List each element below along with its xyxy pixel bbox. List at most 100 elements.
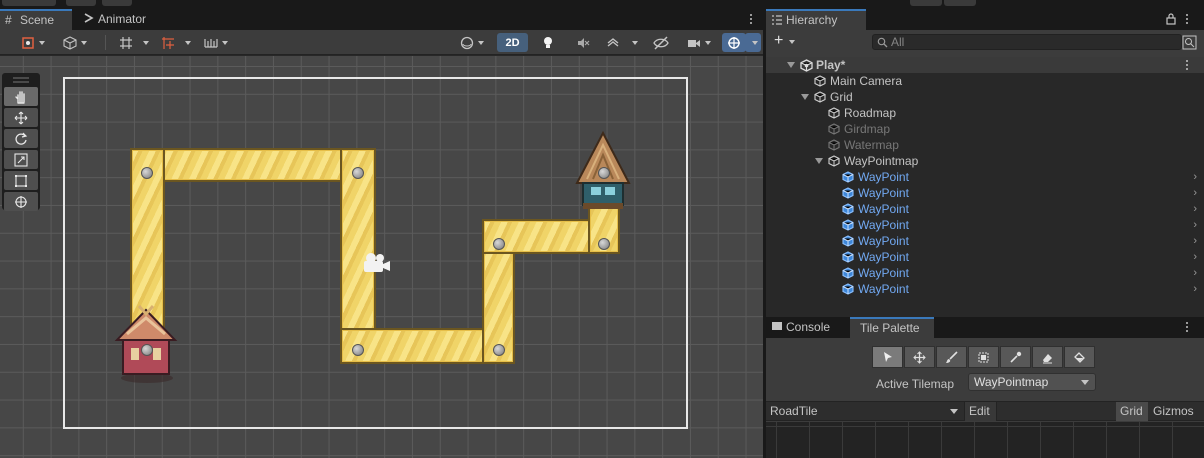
paint-brush-button[interactable] — [936, 346, 967, 368]
hierarchy-row[interactable]: Roadmap — [766, 105, 1204, 121]
waypoint-marker[interactable] — [493, 238, 505, 250]
draw-mode-button[interactable] — [15, 33, 51, 52]
select-tool-button[interactable] — [872, 346, 903, 368]
audio-button[interactable] — [568, 33, 597, 52]
search-options-icon[interactable] — [1182, 35, 1197, 50]
chevron-right-icon[interactable]: › — [1193, 265, 1197, 281]
list-icon — [771, 14, 783, 26]
camera-button[interactable] — [681, 33, 717, 52]
tab-console[interactable]: Console — [766, 317, 848, 338]
increment-snap-button[interactable] — [158, 33, 178, 52]
scene-visibility-button[interactable] — [646, 33, 675, 52]
chevron-right-icon[interactable]: › — [1193, 217, 1197, 233]
chevron-right-icon[interactable]: › — [1193, 201, 1197, 217]
waypoint-marker[interactable] — [598, 167, 610, 179]
fold-arrow-icon[interactable] — [787, 62, 795, 68]
palette-dropdown[interactable]: RoadTile — [766, 402, 964, 421]
effects-dropdown[interactable] — [625, 33, 641, 52]
hand-tool-button[interactable] — [4, 87, 38, 106]
increment-snap-dropdown[interactable] — [178, 33, 194, 52]
gizmos-toggle[interactable]: Gizmos — [1149, 402, 1204, 421]
hierarchy-search-input[interactable]: All — [872, 34, 1182, 50]
ruler-button[interactable] — [198, 33, 234, 52]
fill-bucket-button[interactable] — [1064, 346, 1095, 368]
gizmos-dropdown[interactable] — [745, 33, 761, 52]
transform-tool-button[interactable] — [4, 192, 38, 211]
root-menu-icon[interactable] — [1185, 58, 1189, 72]
box-fill-button[interactable] — [968, 346, 999, 368]
hierarchy-row[interactable]: WayPoint › — [766, 185, 1204, 201]
fold-arrow-icon[interactable] — [801, 94, 809, 100]
grid-snap-dropdown[interactable] — [136, 33, 152, 52]
gizmos-button[interactable] — [722, 33, 746, 52]
grip-icon[interactable] — [4, 75, 38, 85]
scene-viewport[interactable] — [0, 56, 763, 458]
view-options-button[interactable] — [453, 33, 491, 52]
camera-gizmo-icon[interactable] — [361, 252, 391, 274]
move-tool-button[interactable] — [4, 108, 38, 127]
waypoint-marker[interactable] — [141, 344, 153, 356]
waypoint-marker[interactable] — [352, 344, 364, 356]
gameobject-icon — [828, 155, 840, 167]
hierarchy-row[interactable]: WayPoint › — [766, 169, 1204, 185]
tab-tile-palette[interactable]: Tile Palette — [850, 317, 934, 338]
scene-menu-icon[interactable] — [749, 12, 753, 26]
hierarchy-row[interactable]: Girdmap — [766, 121, 1204, 137]
fold-arrow-icon[interactable] — [815, 158, 823, 164]
lock-icon[interactable] — [1166, 13, 1176, 25]
gameobject-icon — [842, 235, 854, 247]
hierarchy-row-label: Watermap — [844, 138, 899, 152]
rotate-tool-button[interactable] — [4, 129, 38, 148]
waypoint-marker[interactable] — [141, 167, 153, 179]
chevron-right-icon[interactable]: › — [1193, 185, 1197, 201]
grid-snap-button[interactable] — [116, 33, 136, 52]
palette-grid[interactable] — [766, 422, 1204, 458]
hierarchy-row[interactable]: WayPoint › — [766, 201, 1204, 217]
scale-tool-button[interactable] — [4, 150, 38, 169]
rect-tool-button[interactable] — [4, 171, 38, 190]
hierarchy-root-row[interactable]: Play* — [766, 57, 1204, 73]
tab-animator[interactable]: Animator — [78, 9, 158, 30]
collab-stub[interactable] — [102, 0, 132, 6]
layers-stub[interactable] — [910, 0, 942, 6]
palette-menu-icon[interactable] — [1185, 320, 1189, 334]
chevron-right-icon[interactable]: › — [1193, 281, 1197, 297]
hierarchy-row[interactable]: WayPoint › — [766, 217, 1204, 233]
move-tile-button[interactable] — [904, 346, 935, 368]
hierarchy-row[interactable]: Grid — [766, 89, 1204, 105]
chevron-right-icon[interactable]: › — [1193, 249, 1197, 265]
hierarchy-menu-icon[interactable] — [1185, 12, 1189, 26]
box-fill-icon — [978, 352, 989, 362]
waypoint-marker[interactable] — [598, 238, 610, 250]
hierarchy-row[interactable]: WayPoint › — [766, 233, 1204, 249]
picker-button[interactable] — [1000, 346, 1031, 368]
chevron-right-icon[interactable]: › — [1193, 169, 1197, 185]
add-object-button[interactable]: + — [774, 33, 800, 51]
mode-2d-button[interactable]: 2D — [497, 33, 528, 52]
hierarchy-row[interactable]: WayPointmap — [766, 153, 1204, 169]
hierarchy-row[interactable]: WayPoint › — [766, 249, 1204, 265]
shading-button[interactable] — [58, 33, 92, 52]
chevron-right-icon[interactable]: › — [1193, 233, 1197, 249]
cube-icon — [63, 35, 77, 50]
hierarchy-row[interactable]: WayPoint › — [766, 265, 1204, 281]
hierarchy-row[interactable]: Watermap — [766, 137, 1204, 153]
hierarchy-row[interactable]: WayPoint › — [766, 281, 1204, 297]
search-icon — [877, 37, 888, 48]
tab-hierarchy[interactable]: Hierarchy — [766, 9, 866, 30]
layout-stub[interactable] — [944, 0, 976, 6]
waypoint-marker[interactable] — [493, 344, 505, 356]
hierarchy-tree: Play* Main Camera Grid Roadmap Girdmap Waterm… — [766, 57, 1204, 317]
edit-button[interactable]: Edit — [964, 402, 997, 421]
hierarchy-row[interactable]: Main Camera — [766, 73, 1204, 89]
play-controls-stub[interactable] — [2, 0, 56, 6]
tab-scene[interactable]: # Scene — [0, 9, 72, 30]
step-controls-stub[interactable] — [66, 0, 96, 6]
lighting-button[interactable] — [533, 33, 562, 52]
eraser-button[interactable] — [1032, 346, 1063, 368]
eraser-icon — [1043, 353, 1052, 363]
waypoint-marker[interactable] — [352, 167, 364, 179]
grid-toggle[interactable]: Grid — [1116, 402, 1148, 421]
active-tilemap-select[interactable]: WayPointmap — [968, 373, 1096, 391]
effects-button[interactable] — [601, 33, 625, 52]
